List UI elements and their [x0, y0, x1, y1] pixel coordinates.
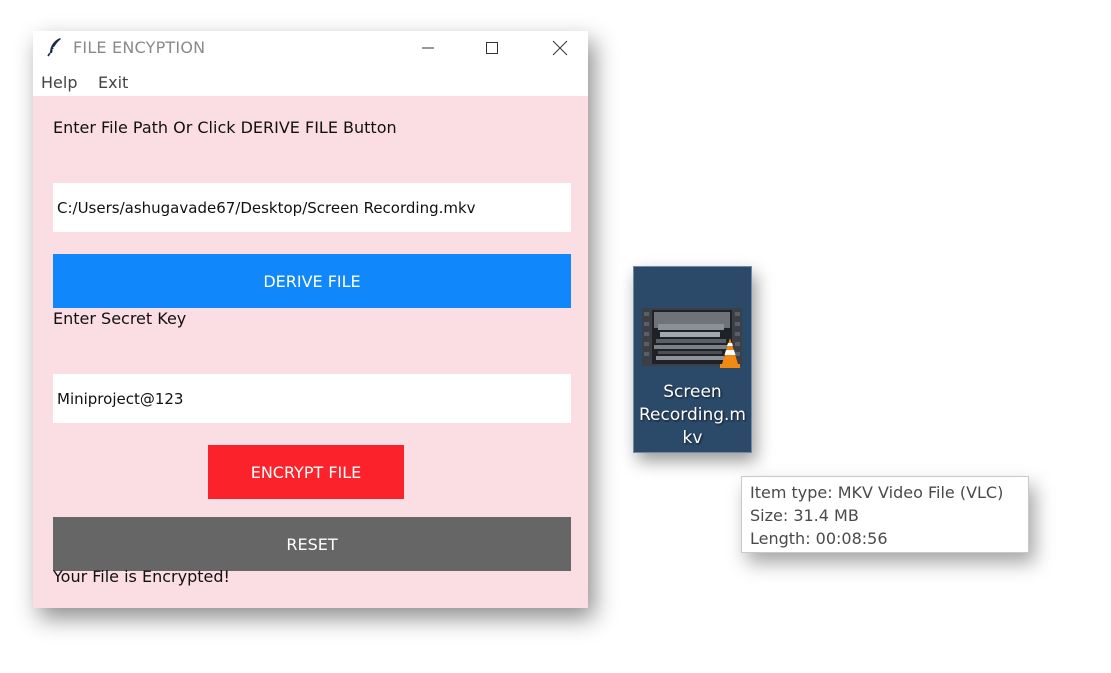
minimize-button[interactable] [405, 31, 451, 64]
maximize-icon [486, 41, 498, 54]
derive-file-button[interactable]: DERIVE FILE [53, 254, 571, 308]
menu-bar: Help Exit [33, 69, 588, 95]
file-name-line: Recording.m [639, 405, 746, 425]
menu-help[interactable]: Help [41, 73, 77, 92]
file-name-line: kv [682, 428, 703, 448]
close-button[interactable] [537, 31, 583, 64]
tooltip-size: Size: 31.4 MB [750, 506, 859, 525]
encrypt-file-button[interactable]: ENCRYPT FILE [208, 445, 404, 499]
file-path-input[interactable]: C:/Users/ashugavade67/Desktop/Screen Rec… [53, 183, 571, 232]
close-icon [552, 40, 568, 55]
feather-icon [45, 37, 65, 57]
screen: FILE ENCYPTION Help Exit Enter File Path… [0, 0, 1111, 673]
status-message: Your File is Encrypted! [53, 567, 230, 586]
file-name-label: Screen Recording.m kv [634, 381, 751, 450]
tooltip-item-type: Item type: MKV Video File (VLC) [750, 483, 1004, 502]
form-panel: Enter File Path Or Click DERIVE FILE But… [33, 96, 588, 608]
tooltip-length: Length: 00:08:56 [750, 529, 888, 548]
file-path-label: Enter File Path Or Click DERIVE FILE But… [53, 118, 397, 137]
secret-key-label: Enter Secret Key [53, 309, 187, 328]
file-name-line: Screen [663, 382, 722, 402]
window-title: FILE ENCYPTION [73, 38, 206, 57]
secret-key-input[interactable]: Miniproject@123 [53, 374, 571, 423]
title-bar[interactable]: FILE ENCYPTION [33, 31, 588, 64]
minimize-icon [422, 47, 434, 48]
menu-exit[interactable]: Exit [98, 73, 128, 92]
file-info-tooltip: Item type: MKV Video File (VLC) Size: 31… [741, 476, 1029, 553]
maximize-button[interactable] [469, 31, 515, 64]
desktop-file-screen-recording[interactable]: Screen Recording.m kv [633, 266, 752, 453]
reset-button[interactable]: RESET [53, 517, 571, 571]
file-encryption-window: FILE ENCYPTION Help Exit Enter File Path… [33, 31, 588, 608]
vlc-video-file-icon [638, 304, 746, 374]
